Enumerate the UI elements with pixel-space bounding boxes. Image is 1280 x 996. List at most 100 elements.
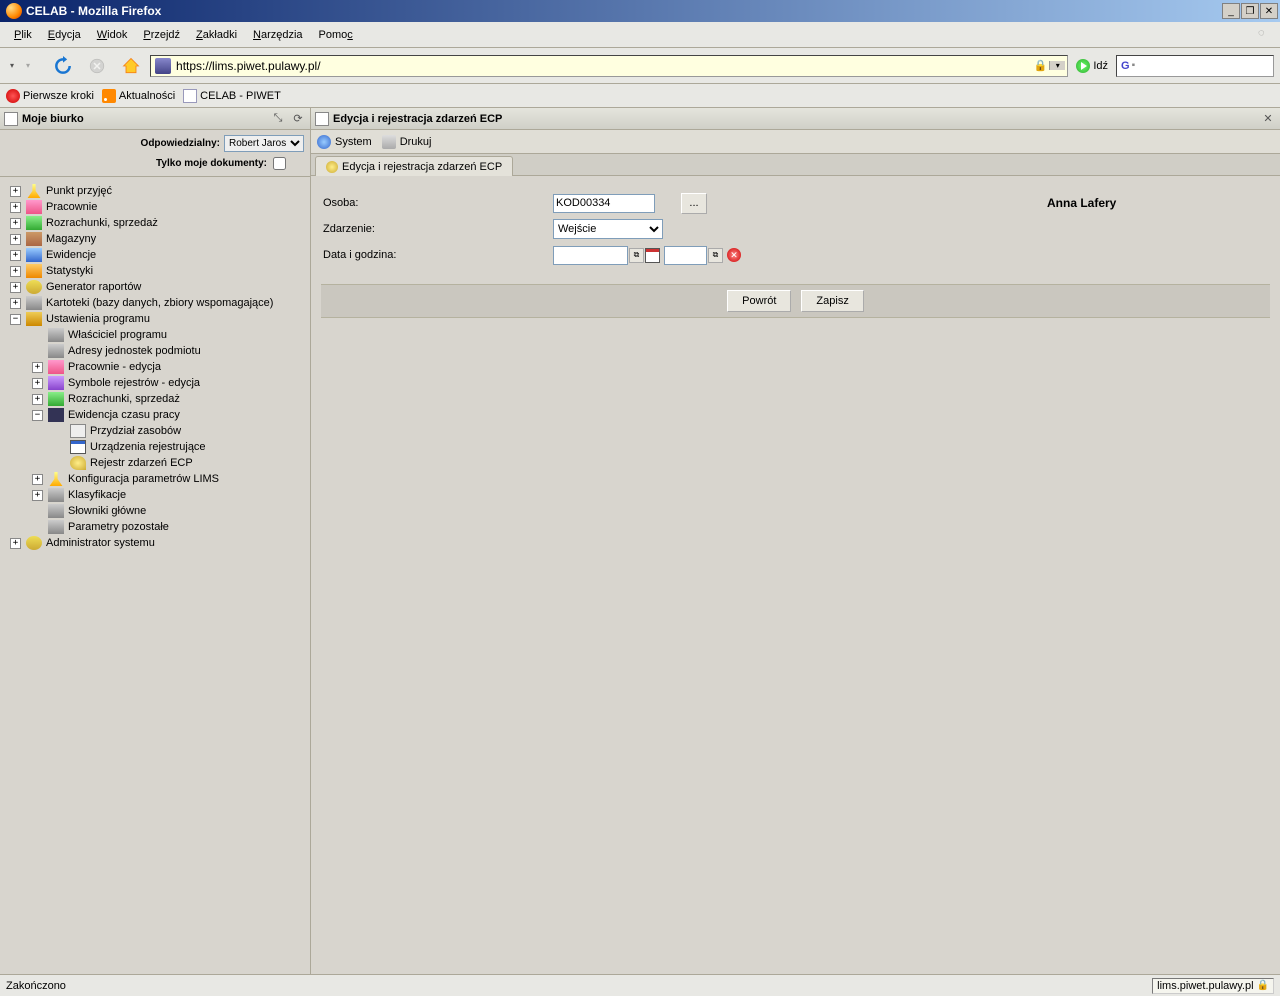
reload-icon xyxy=(53,56,73,76)
time-picker-button[interactable]: ⧉ xyxy=(708,248,723,263)
tree-node-slowniki[interactable]: Słowniki główne xyxy=(2,503,308,519)
bookmark-first-steps[interactable]: Pierwsze kroki xyxy=(6,89,94,103)
responsible-label: Odpowiedzialny: xyxy=(141,138,220,149)
clear-button[interactable]: ✕ xyxy=(727,248,741,262)
tree-node-wlasciciel[interactable]: Właściciel programu xyxy=(2,327,308,343)
zdarzenie-label: Zdarzenie: xyxy=(321,223,553,235)
lab-icon xyxy=(26,200,42,214)
tools-icon xyxy=(26,312,42,326)
window-title: CELAB - Mozilla Firefox xyxy=(26,4,1221,18)
bookmark-celab[interactable]: CELAB - PIWET xyxy=(183,89,281,103)
tree-node-parametry[interactable]: Parametry pozostałe xyxy=(2,519,308,535)
tree-node-statystyki[interactable]: +Statystyki xyxy=(2,263,308,279)
tree-node-rejestr[interactable]: Rejestr zdarzeń ECP xyxy=(2,455,308,471)
page-icon xyxy=(183,89,197,103)
menu-bookmarks[interactable]: Zakładki xyxy=(188,26,245,44)
params-icon xyxy=(48,520,64,534)
menu-help[interactable]: Pomoc xyxy=(311,26,361,44)
bookmarks-bar: Pierwsze kroki Aktualności CELAB - PIWET xyxy=(0,84,1280,108)
only-mine-checkbox[interactable] xyxy=(273,157,286,170)
tree-node-prac-ed[interactable]: +Pracownie - edycja xyxy=(2,359,308,375)
key-icon xyxy=(326,161,338,173)
reload-button[interactable] xyxy=(48,52,78,80)
activity-icon: ◌ xyxy=(1258,27,1274,43)
tree-node-ecp[interactable]: −Ewidencja czasu pracy xyxy=(2,407,308,423)
system-menu[interactable]: System xyxy=(317,135,372,149)
print-menu[interactable]: Drukuj xyxy=(382,135,432,149)
menu-view[interactable]: Widok xyxy=(89,26,136,44)
osoba-label: Osoba: xyxy=(321,197,553,209)
only-mine-label: Tylko moje dokumenty: xyxy=(156,158,267,169)
firefox-icon xyxy=(6,3,22,19)
tree-node-punkt[interactable]: +Punkt przyjęć xyxy=(2,183,308,199)
tab-ecp[interactable]: Edycja i rejestracja zdarzeń ECP xyxy=(315,156,513,176)
resource-icon xyxy=(70,424,86,438)
lock-icon: 🔒 xyxy=(1257,980,1269,991)
tree-node-admin[interactable]: +Administrator systemu xyxy=(2,535,308,551)
nav-forward-button[interactable]: ▾ xyxy=(22,52,34,80)
tree-node-kartoteki[interactable]: +Kartoteki (bazy danych, zbiory wspomaga… xyxy=(2,295,308,311)
search-box[interactable]: G ▪ xyxy=(1116,55,1274,77)
admin-icon xyxy=(26,536,42,550)
tree-node-rozr-sub[interactable]: +Rozrachunki, sprzedaż xyxy=(2,391,308,407)
device-icon xyxy=(70,440,86,454)
back-button[interactable]: Powrót xyxy=(727,290,791,312)
home-button[interactable] xyxy=(116,52,146,80)
tab-bar: Edycja i rejestracja zdarzeń ECP xyxy=(311,154,1280,176)
nav-back-button[interactable]: ▾ xyxy=(6,52,18,80)
tree-node-konfig[interactable]: +Konfiguracja parametrów LIMS xyxy=(2,471,308,487)
url-bar[interactable]: 🔒 ▾ xyxy=(150,55,1068,77)
window-titlebar: CELAB - Mozilla Firefox _ ❐ ✕ xyxy=(0,0,1280,22)
tree-node-pracownie[interactable]: +Pracownie xyxy=(2,199,308,215)
sidebar-title: Moje biurko xyxy=(22,113,266,125)
lock-icon: 🔒 xyxy=(1032,59,1050,72)
minimize-button[interactable]: _ xyxy=(1222,3,1240,19)
osoba-lookup-button[interactable]: ... xyxy=(681,193,707,214)
url-dropdown[interactable]: ▾ xyxy=(1049,61,1065,70)
stop-button[interactable] xyxy=(82,52,112,80)
tree-node-symbole[interactable]: +Symbole rejestrów - edycja xyxy=(2,375,308,391)
report-icon xyxy=(26,280,42,294)
menu-file[interactable]: Plik xyxy=(6,26,40,44)
go-button[interactable]: Idź xyxy=(1072,59,1112,73)
home-icon xyxy=(121,56,141,76)
status-bar: Zakończono lims.piwet.pulawy.pl 🔒 xyxy=(0,974,1280,996)
collapse-icon[interactable]: ⤡ xyxy=(270,111,286,127)
data-label: Data i godzina: xyxy=(321,249,553,261)
bookmark-news[interactable]: Aktualności xyxy=(102,89,175,103)
panel-close-button[interactable]: ✕ xyxy=(1260,111,1276,127)
key-icon xyxy=(70,456,86,470)
tree-node-urzadzenia[interactable]: Urządzenia rejestrujące xyxy=(2,439,308,455)
url-input[interactable] xyxy=(173,59,1032,73)
save-button[interactable]: Zapisz xyxy=(801,290,863,312)
menu-tools[interactable]: Narzędzia xyxy=(245,26,311,44)
lab-icon xyxy=(48,360,64,374)
osoba-input[interactable] xyxy=(553,194,655,213)
time-input[interactable] xyxy=(664,246,707,265)
tree-node-przydzial[interactable]: Przydział zasobów xyxy=(2,423,308,439)
money-icon xyxy=(26,216,42,230)
rss-icon xyxy=(102,89,116,103)
tree-node-ustawienia[interactable]: −Ustawienia programu xyxy=(2,311,308,327)
tree-node-rozrachunki[interactable]: +Rozrachunki, sprzedaż xyxy=(2,215,308,231)
maximize-button[interactable]: ❐ xyxy=(1241,3,1259,19)
tree-node-generator[interactable]: +Generator raportów xyxy=(2,279,308,295)
menu-go[interactable]: Przejdź xyxy=(135,26,188,44)
date-input[interactable] xyxy=(553,246,628,265)
refresh-icon[interactable]: ⟳ xyxy=(290,111,306,127)
tree-node-adresy[interactable]: Adresy jednostek podmiotu xyxy=(2,343,308,359)
zdarzenie-select[interactable]: Wejście xyxy=(553,219,663,239)
responsible-select[interactable]: Robert Jaros xyxy=(224,135,304,152)
calendar-icon[interactable] xyxy=(645,248,660,263)
tree-node-klasyfik[interactable]: +Klasyfikacje xyxy=(2,487,308,503)
search-engine-icon: G xyxy=(1121,60,1130,72)
address-icon xyxy=(48,344,64,358)
date-picker-button[interactable]: ⧉ xyxy=(629,248,644,263)
tree-node-ewidencje[interactable]: +Ewidencje xyxy=(2,247,308,263)
content-title-bar: Edycja i rejestracja zdarzeń ECP ✕ xyxy=(311,108,1280,130)
tree-node-magazyny[interactable]: +Magazyny xyxy=(2,231,308,247)
menu-edit[interactable]: Edycja xyxy=(40,26,89,44)
status-host: lims.piwet.pulawy.pl 🔒 xyxy=(1152,978,1274,994)
close-button[interactable]: ✕ xyxy=(1260,3,1278,19)
owner-icon xyxy=(48,328,64,342)
